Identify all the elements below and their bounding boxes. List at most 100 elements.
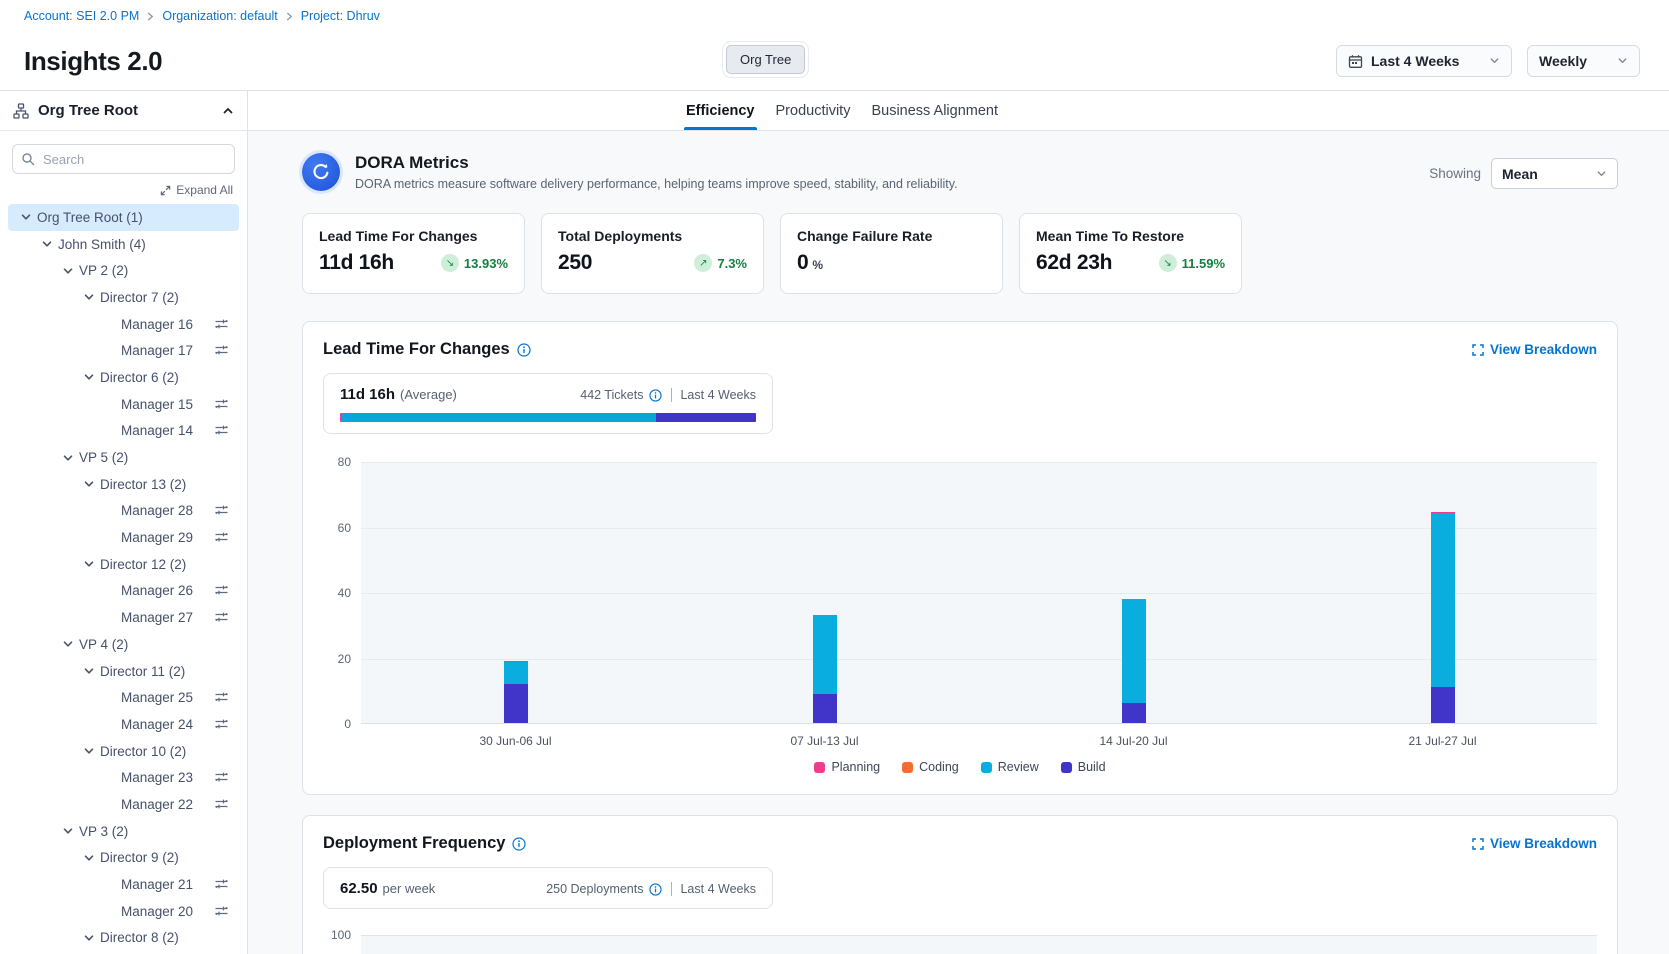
tree-item[interactable]: Manager 16 <box>8 311 239 338</box>
filter-icon[interactable] <box>214 877 229 892</box>
tree-item[interactable]: VP 3 (2) <box>8 818 239 845</box>
chevron-down-icon[interactable] <box>83 371 95 383</box>
chevron-down-icon[interactable] <box>20 211 32 223</box>
tree-item[interactable]: Director 10 (2) <box>8 738 239 765</box>
tree-item[interactable]: VP 4 (2) <box>8 631 239 658</box>
tree-item[interactable]: Manager 25 <box>8 684 239 711</box>
chevron-down-icon[interactable] <box>83 478 95 490</box>
trend-up-icon: ↗ <box>694 254 712 272</box>
stacked-bar-2[interactable] <box>813 615 837 723</box>
info-icon[interactable] <box>649 883 662 896</box>
tree-item[interactable]: Manager 24 <box>8 711 239 738</box>
filter-icon[interactable] <box>214 610 229 625</box>
tree-item[interactable]: Manager 20 <box>8 898 239 925</box>
search-input[interactable] <box>12 144 235 174</box>
tree-item[interactable]: Manager 14 <box>8 418 239 445</box>
x-axis-label: 21 Jul-27 Jul <box>1408 734 1476 748</box>
aggregation-select[interactable]: Mean <box>1491 158 1618 189</box>
tab-productivity[interactable]: Productivity <box>776 91 851 130</box>
org-tree-toggle-button[interactable]: Org Tree <box>726 45 805 74</box>
tree-item-label: Manager 17 <box>121 343 193 358</box>
dora-title: DORA Metrics <box>355 153 958 173</box>
stacked-bar-4[interactable] <box>1431 512 1455 723</box>
page-header: Insights 2.0 Org Tree Last 4 Weeks Weekl… <box>0 32 1669 90</box>
filter-icon[interactable] <box>214 343 229 358</box>
tree-item[interactable]: Org Tree Root (1) <box>8 204 239 231</box>
tree-item[interactable]: Manager 17 <box>8 337 239 364</box>
tree-item[interactable]: Director 11 (2) <box>8 658 239 685</box>
tree-item[interactable]: Manager 28 <box>8 498 239 525</box>
tree-item[interactable]: Manager 15 <box>8 391 239 418</box>
chevron-down-icon[interactable] <box>83 852 95 864</box>
legend-swatch <box>1061 762 1072 773</box>
tree-item[interactable]: Manager 23 <box>8 764 239 791</box>
legend-item-review: Review <box>981 760 1039 774</box>
tab-efficiency[interactable]: Efficiency <box>686 91 755 130</box>
tree-item[interactable]: VP 5 (2) <box>8 444 239 471</box>
stacked-bar-1[interactable] <box>504 661 528 723</box>
breadcrumb-organization-link[interactable]: Organization: default <box>162 9 277 23</box>
chevron-down-icon[interactable] <box>83 932 95 944</box>
chevron-down-icon[interactable] <box>83 745 95 757</box>
filter-icon[interactable] <box>214 397 229 412</box>
tree-item[interactable]: Manager 21 <box>8 871 239 898</box>
chevron-down-icon[interactable] <box>62 825 74 837</box>
filter-icon[interactable] <box>214 423 229 438</box>
tree-item-label: Director 10 (2) <box>100 744 186 759</box>
tree-item[interactable]: Director 8 (2) <box>8 925 239 952</box>
tree-item[interactable]: Manager 27 <box>8 604 239 631</box>
tree-item[interactable]: Manager 26 <box>8 578 239 605</box>
tree-item-label: Director 9 (2) <box>100 850 179 865</box>
expand-all-button[interactable]: Expand All <box>0 174 247 199</box>
tab-business-alignment[interactable]: Business Alignment <box>871 91 998 130</box>
chevron-down-icon[interactable] <box>83 665 95 677</box>
filter-icon[interactable] <box>214 770 229 785</box>
chevron-down-icon[interactable] <box>83 291 95 303</box>
deployment-frequency-title: Deployment Frequency <box>323 834 505 853</box>
granularity-select[interactable]: Weekly <box>1527 45 1640 77</box>
y-axis-tick: 80 <box>338 455 351 469</box>
breadcrumb-account-link[interactable]: Account: SEI 2.0 PM <box>24 9 139 23</box>
filter-icon[interactable] <box>214 904 229 919</box>
tree-item[interactable]: Director 7 (2) <box>8 284 239 311</box>
tree-item[interactable]: Manager 22 <box>8 791 239 818</box>
tree-item-label: Manager 16 <box>121 317 193 332</box>
date-range-select[interactable]: Last 4 Weeks <box>1336 45 1512 77</box>
metric-card-value: 11d 16h <box>319 251 394 275</box>
tree-item-label: Org Tree Root (1) <box>37 210 143 225</box>
tree-item[interactable]: Director 13 (2) <box>8 471 239 498</box>
filter-icon[interactable] <box>214 690 229 705</box>
filter-icon[interactable] <box>214 797 229 812</box>
chevron-down-icon[interactable] <box>62 638 74 650</box>
lead-time-title: Lead Time For Changes <box>323 340 510 359</box>
info-icon[interactable] <box>517 343 531 357</box>
filter-icon[interactable] <box>214 503 229 518</box>
tree-item[interactable]: Director 12 (2) <box>8 551 239 578</box>
indent-spacer <box>104 612 116 624</box>
filter-icon[interactable] <box>214 530 229 545</box>
chevron-down-icon[interactable] <box>62 265 74 277</box>
chevron-right-icon <box>146 12 155 21</box>
legend-swatch <box>981 762 992 773</box>
filter-icon[interactable] <box>214 717 229 732</box>
filter-icon[interactable] <box>214 317 229 332</box>
tree-item[interactable]: Director 6 (2) <box>8 364 239 391</box>
chevron-down-icon[interactable] <box>83 558 95 570</box>
tree-item[interactable]: John Smith (4) <box>8 231 239 258</box>
lead-time-summary-card: 11d 16h (Average) 442 Tickets Last 4 Wee… <box>323 373 773 434</box>
chevron-down-icon[interactable] <box>62 452 74 464</box>
trend-badge: ↗7.3% <box>694 254 747 272</box>
chevron-up-icon[interactable] <box>222 105 234 117</box>
deployment-view-breakdown-link[interactable]: View Breakdown <box>1472 836 1597 851</box>
info-icon[interactable] <box>649 389 662 402</box>
filter-icon[interactable] <box>214 583 229 598</box>
lead-time-view-breakdown-link[interactable]: View Breakdown <box>1472 342 1597 357</box>
tree-item[interactable]: Manager 29 <box>8 524 239 551</box>
org-tree-sidebar: Org Tree Root Expand All Org Tree Root (… <box>0 91 248 954</box>
chevron-down-icon[interactable] <box>41 238 53 250</box>
tree-item[interactable]: VP 2 (2) <box>8 257 239 284</box>
breadcrumb-project-link[interactable]: Project: Dhruv <box>301 9 380 23</box>
tree-item[interactable]: Director 9 (2) <box>8 845 239 872</box>
info-icon[interactable] <box>512 837 526 851</box>
stacked-bar-3[interactable] <box>1122 599 1146 723</box>
